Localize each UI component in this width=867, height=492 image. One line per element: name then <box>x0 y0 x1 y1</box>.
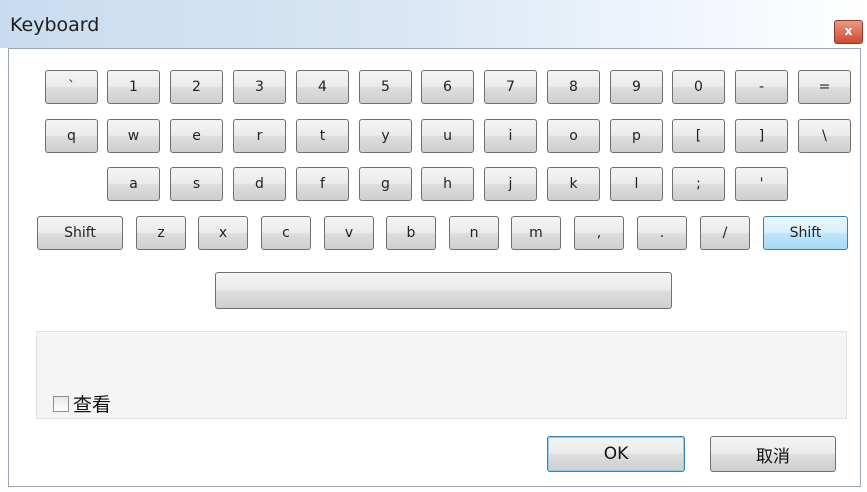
key-k[interactable]: k <box>547 167 600 201</box>
key-s[interactable]: s <box>170 167 223 201</box>
key-left-shift[interactable]: Shift <box>37 216 123 250</box>
key-9[interactable]: 9 <box>610 70 663 104</box>
key-c[interactable]: c <box>261 216 311 250</box>
output-panel <box>36 331 847 419</box>
key-right-bracket[interactable]: ] <box>735 119 788 153</box>
key-f[interactable]: f <box>296 167 349 201</box>
window-title: Keyboard <box>10 14 100 36</box>
key-v[interactable]: v <box>324 216 374 250</box>
space-key[interactable] <box>215 272 672 309</box>
key-u[interactable]: u <box>421 119 474 153</box>
title-bar[interactable]: Keyboard x <box>0 0 867 48</box>
key-0[interactable]: 0 <box>672 70 725 104</box>
key-7[interactable]: 7 <box>484 70 537 104</box>
key-q[interactable]: q <box>45 119 98 153</box>
key-2[interactable]: 2 <box>170 70 223 104</box>
key-backtick[interactable]: ` <box>45 70 98 104</box>
key-r[interactable]: r <box>233 119 286 153</box>
key-n[interactable]: n <box>449 216 499 250</box>
key-g[interactable]: g <box>359 167 412 201</box>
key-5[interactable]: 5 <box>359 70 412 104</box>
client-area <box>8 48 861 487</box>
keyboard-window: Keyboard x ` 1 2 3 4 5 6 7 8 9 0- = q w e r t y u i o p [] \ a s d… <box>0 0 867 492</box>
key-right-shift[interactable]: Shift <box>763 216 848 250</box>
key-3[interactable]: 3 <box>233 70 286 104</box>
view-checkbox[interactable] <box>53 395 69 412</box>
key-6[interactable]: 6 <box>421 70 474 104</box>
key-1[interactable]: 1 <box>107 70 160 104</box>
key-o[interactable]: o <box>547 119 600 153</box>
key-e[interactable]: e <box>170 119 223 153</box>
view-checkbox-label: 查看 <box>73 394 112 416</box>
ok-button[interactable]: OK <box>547 436 685 472</box>
key-period[interactable]: . <box>637 216 687 250</box>
key-p[interactable]: p <box>610 119 663 153</box>
key-quote[interactable]: ' <box>735 167 788 201</box>
cancel-button[interactable]: 取消 <box>710 436 836 472</box>
key-slash[interactable]: / <box>700 216 750 250</box>
key-l[interactable]: l <box>610 167 663 201</box>
key-w[interactable]: w <box>107 119 160 153</box>
key-m[interactable]: m <box>511 216 561 250</box>
key-4[interactable]: 4 <box>296 70 349 104</box>
key-8[interactable]: 8 <box>547 70 600 104</box>
key-y[interactable]: y <box>359 119 412 153</box>
key-d[interactable]: d <box>233 167 286 201</box>
key-t[interactable]: t <box>296 119 349 153</box>
view-option[interactable]: 查看 <box>53 390 111 417</box>
key-equals[interactable]: = <box>798 70 851 104</box>
key-h[interactable]: h <box>421 167 474 201</box>
key-x[interactable]: x <box>198 216 248 250</box>
key-backslash[interactable]: \ <box>798 119 851 153</box>
key-semicolon[interactable]: ; <box>672 167 725 201</box>
key-a[interactable]: a <box>107 167 160 201</box>
key-b[interactable]: b <box>386 216 436 250</box>
key-minus[interactable]: - <box>735 70 788 104</box>
key-j[interactable]: j <box>484 167 537 201</box>
key-comma[interactable]: , <box>574 216 624 250</box>
close-button[interactable]: x <box>834 20 863 44</box>
key-left-bracket[interactable]: [ <box>672 119 725 153</box>
key-z[interactable]: z <box>136 216 186 250</box>
key-i[interactable]: i <box>484 119 537 153</box>
